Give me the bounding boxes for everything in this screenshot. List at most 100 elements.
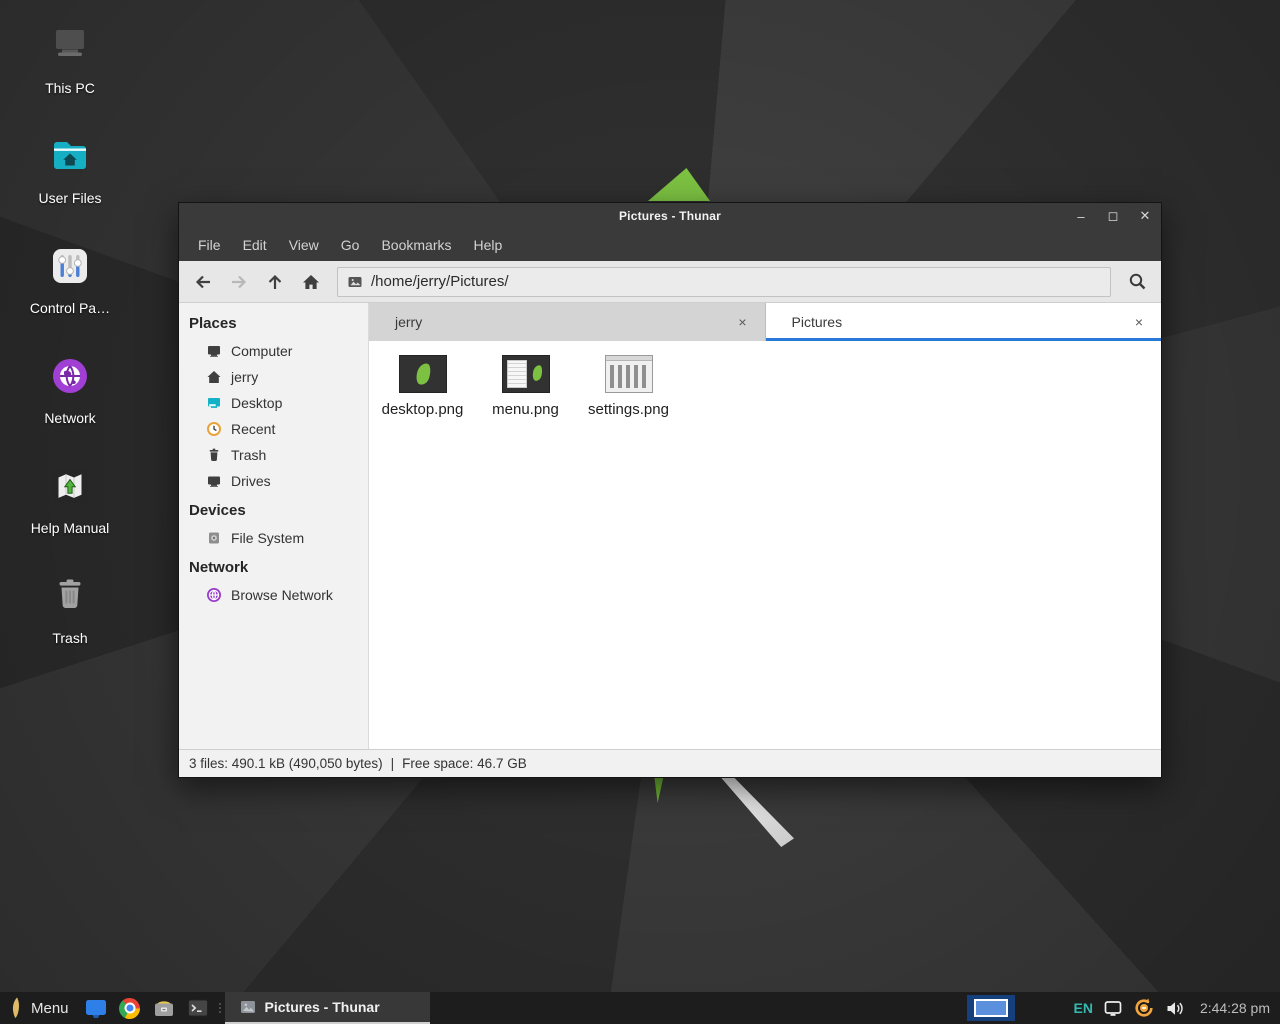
tab-pictures[interactable]: Pictures × bbox=[766, 303, 1162, 341]
desktop-icon-label: Trash bbox=[52, 630, 87, 646]
menu-bookmarks[interactable]: Bookmarks bbox=[370, 229, 462, 261]
chrome-icon bbox=[119, 998, 140, 1019]
filesystem-drive-icon bbox=[206, 530, 222, 546]
desktop-icon-label: Network bbox=[44, 410, 95, 426]
menu-view[interactable]: View bbox=[278, 229, 330, 261]
file-manager-launcher[interactable] bbox=[79, 992, 113, 1024]
desktop-icon-label: Help Manual bbox=[31, 520, 110, 536]
menu-button-label: Menu bbox=[31, 1000, 69, 1017]
file-name: menu.png bbox=[492, 401, 559, 418]
blue-files-icon bbox=[84, 996, 108, 1020]
path-text: /home/jerry/Pictures/ bbox=[371, 273, 509, 290]
folder-home-icon bbox=[46, 132, 94, 180]
trash-icon bbox=[206, 447, 222, 463]
desktop-icon-trash[interactable]: Trash bbox=[22, 572, 118, 646]
update-manager-icon[interactable] bbox=[1133, 997, 1155, 1019]
terminal-launcher[interactable] bbox=[181, 992, 215, 1024]
back-button[interactable] bbox=[185, 265, 221, 299]
maximize-button[interactable]: ◻ bbox=[1097, 203, 1129, 229]
tab-close-icon[interactable]: × bbox=[1131, 314, 1147, 330]
file-desktop-png[interactable]: desktop.png bbox=[371, 351, 474, 418]
search-button[interactable] bbox=[1119, 265, 1155, 299]
volume-icon[interactable] bbox=[1166, 1000, 1185, 1017]
keyboard-layout-indicator[interactable]: EN bbox=[1073, 1000, 1092, 1016]
image-thumbnail bbox=[605, 355, 653, 393]
tab-bar: jerry × Pictures × bbox=[369, 303, 1161, 341]
desktop-icon-network[interactable]: Network bbox=[22, 352, 118, 426]
menu-file[interactable]: File bbox=[187, 229, 232, 261]
network-globe-icon bbox=[46, 352, 94, 400]
control-panel-icon bbox=[46, 242, 94, 290]
taskbar-task-thunar[interactable]: Pictures - Thunar bbox=[225, 992, 430, 1024]
menu-go[interactable]: Go bbox=[330, 229, 371, 261]
sidebar-item-label: Trash bbox=[231, 447, 266, 463]
clock[interactable]: 2:44:28 pm bbox=[1200, 1000, 1270, 1016]
browse-network-icon bbox=[206, 587, 222, 603]
status-separator: | bbox=[391, 756, 395, 771]
sidebar-item-label: Desktop bbox=[231, 395, 282, 411]
file-menu-png[interactable]: menu.png bbox=[474, 351, 577, 418]
menu-help[interactable]: Help bbox=[463, 229, 514, 261]
sidebar-item-file-system[interactable]: File System bbox=[179, 525, 368, 551]
titlebar[interactable]: Pictures - Thunar – ◻ ✕ bbox=[179, 203, 1161, 229]
desktop-icon-this-pc[interactable]: This PC bbox=[22, 22, 118, 96]
display-tray-icon[interactable] bbox=[1104, 1000, 1122, 1017]
toolbar: /home/jerry/Pictures/ bbox=[179, 261, 1161, 303]
path-bar[interactable]: /home/jerry/Pictures/ bbox=[337, 267, 1111, 297]
archive-drawer-icon bbox=[152, 996, 176, 1020]
chrome-launcher[interactable] bbox=[113, 992, 147, 1024]
desktop-icon-label: Control Pa… bbox=[30, 300, 110, 316]
file-list[interactable]: desktop.png menu.png settings.png bbox=[369, 341, 1161, 749]
sidebar-item-browse-network[interactable]: Browse Network bbox=[179, 582, 368, 608]
recent-icon bbox=[206, 421, 222, 437]
sidebar-item-label: File System bbox=[231, 530, 304, 546]
desktop-icon-label: User Files bbox=[38, 190, 101, 206]
tab-label: jerry bbox=[395, 314, 422, 330]
up-button[interactable] bbox=[257, 265, 293, 299]
sidebar-item-jerry[interactable]: jerry bbox=[179, 364, 368, 390]
file-settings-png[interactable]: settings.png bbox=[577, 351, 680, 418]
sidebar-item-label: jerry bbox=[231, 369, 258, 385]
sidebar-item-desktop[interactable]: Desktop bbox=[179, 390, 368, 416]
archive-launcher[interactable] bbox=[147, 992, 181, 1024]
taskbar-separator bbox=[215, 992, 225, 1024]
menubar: File Edit View Go Bookmarks Help bbox=[179, 229, 1161, 261]
sidebar-item-drives[interactable]: Drives bbox=[179, 468, 368, 494]
menu-logo-icon bbox=[9, 996, 23, 1020]
sidebar-header-places: Places bbox=[179, 307, 368, 338]
sidebar-item-computer[interactable]: Computer bbox=[179, 338, 368, 364]
trash-icon bbox=[46, 572, 94, 620]
workspace-window-indicator bbox=[974, 999, 1008, 1017]
file-name: desktop.png bbox=[382, 401, 464, 418]
taskbar: Menu Pictures - Thunar EN 2:44:28 pm bbox=[0, 992, 1280, 1024]
sidebar-item-recent[interactable]: Recent bbox=[179, 416, 368, 442]
computer-icon bbox=[206, 343, 222, 359]
desktop-icon-help-manual[interactable]: Help Manual bbox=[22, 462, 118, 536]
menu-edit[interactable]: Edit bbox=[232, 229, 278, 261]
desktop-icon-user-files[interactable]: User Files bbox=[22, 132, 118, 206]
terminal-icon bbox=[186, 996, 210, 1020]
sidebar-item-label: Computer bbox=[231, 343, 292, 359]
sidebar-header-network: Network bbox=[179, 551, 368, 582]
desktop-icon bbox=[206, 395, 222, 411]
task-label: Pictures - Thunar bbox=[265, 999, 380, 1015]
desktop-icon-control-panel[interactable]: Control Pa… bbox=[22, 242, 118, 316]
minimize-button[interactable]: – bbox=[1065, 203, 1097, 229]
sidebar-item-trash[interactable]: Trash bbox=[179, 442, 368, 468]
home-button[interactable] bbox=[293, 265, 329, 299]
system-tray: EN 2:44:28 pm bbox=[1073, 997, 1280, 1019]
home-icon bbox=[206, 369, 222, 385]
status-bar: 3 files: 490.1 kB (490,050 bytes) | Free… bbox=[179, 749, 1161, 777]
thunar-window: Pictures - Thunar – ◻ ✕ File Edit View G… bbox=[178, 202, 1162, 778]
forward-button[interactable] bbox=[221, 265, 257, 299]
workspace-switcher[interactable] bbox=[967, 995, 1015, 1021]
tab-label: Pictures bbox=[792, 314, 843, 330]
tab-jerry[interactable]: jerry × bbox=[369, 303, 766, 341]
menu-button[interactable]: Menu bbox=[0, 992, 79, 1024]
window-title: Pictures - Thunar bbox=[179, 209, 1161, 223]
desktop-icon-label: This PC bbox=[45, 80, 95, 96]
close-button[interactable]: ✕ bbox=[1129, 203, 1161, 229]
sidebar-item-label: Drives bbox=[231, 473, 271, 489]
sidebar: Places Computer jerry Desktop Recent Tra… bbox=[179, 303, 369, 749]
tab-close-icon[interactable]: × bbox=[734, 314, 750, 330]
